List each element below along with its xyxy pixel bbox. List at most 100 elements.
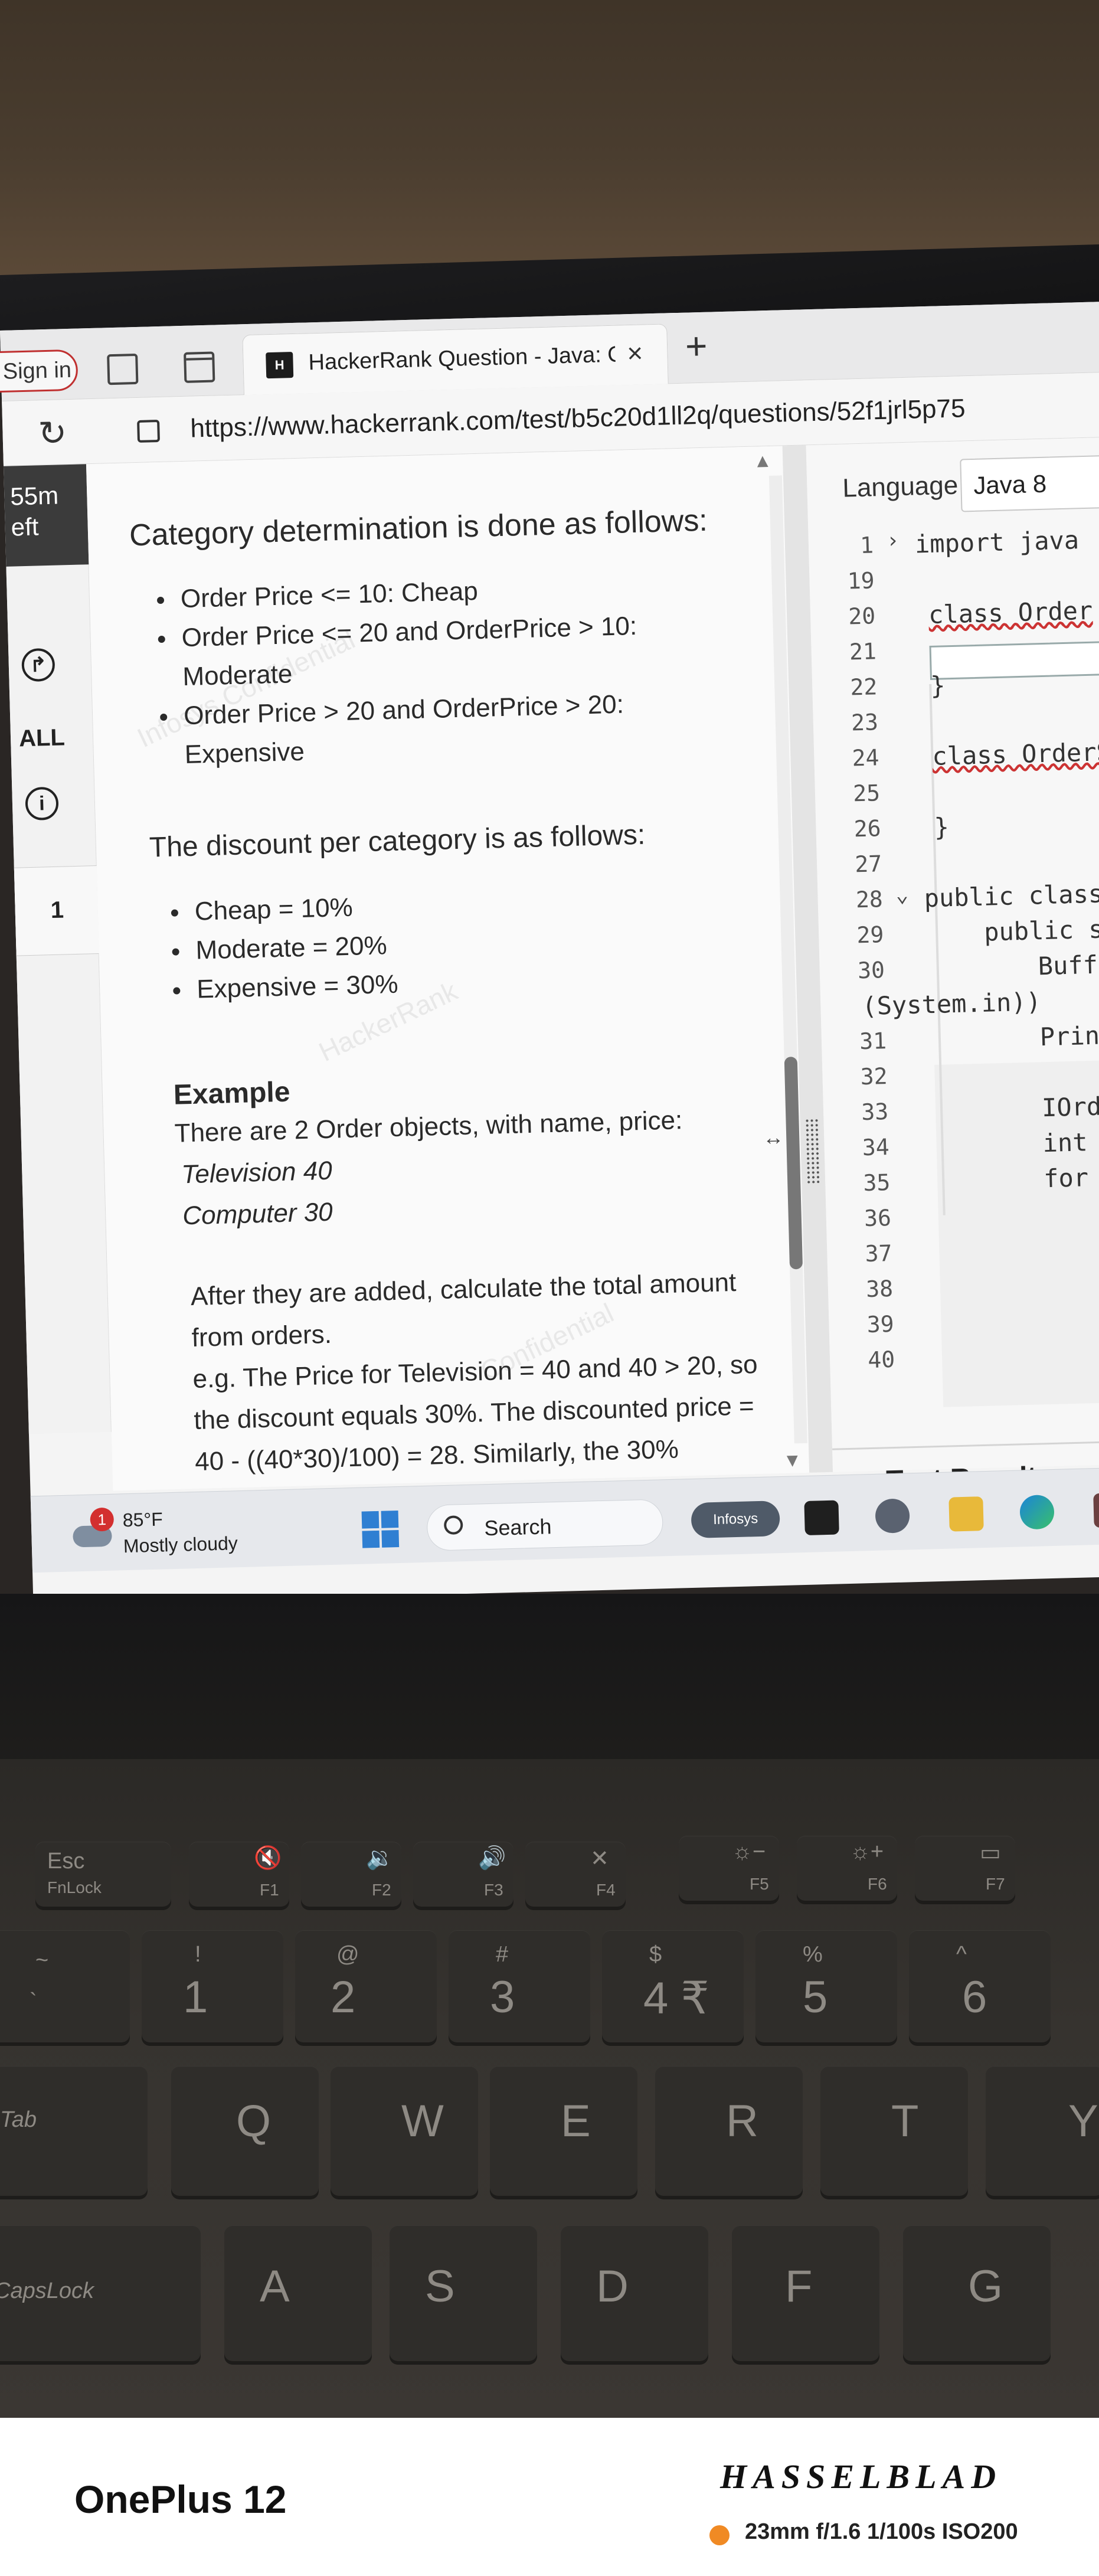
key-f5[interactable]: ☼− F5	[679, 1836, 779, 1901]
key-d[interactable]: D	[561, 2225, 708, 2361]
drag-handle-icon[interactable]	[804, 1118, 820, 1184]
weather-description[interactable]: Mostly cloudy	[123, 1532, 238, 1557]
code-line[interactable]: class OrderS	[932, 737, 1099, 771]
infosys-widget[interactable]: Infosys	[691, 1501, 780, 1539]
key-a[interactable]: A	[224, 2225, 372, 2361]
key-f2[interactable]: 🔉 F2	[301, 1842, 401, 1907]
code-line[interactable]: Prin	[1039, 1021, 1099, 1052]
scroll-up-icon[interactable]: ▲	[753, 450, 773, 472]
key-w[interactable]: W	[331, 2066, 478, 2196]
workspaces-icon[interactable]	[107, 353, 139, 385]
info-icon[interactable]: i	[25, 786, 59, 821]
phone-model-label: OnePlus 12	[74, 2477, 287, 2521]
code-line[interactable]: }	[934, 812, 950, 842]
key-f3[interactable]: 🔊 F3	[413, 1842, 513, 1907]
fold-collapse-icon[interactable]: ⌄	[895, 882, 909, 907]
resize-arrow-icon: ↔	[762, 1124, 784, 1150]
store-app-icon[interactable]	[1093, 1492, 1099, 1528]
hasselblad-logo: HASSELBLAD	[720, 2457, 1002, 2496]
key-capslock[interactable]: CapsLock	[0, 2225, 201, 2361]
key-5[interactable]: % 5	[755, 1930, 897, 2042]
key-legend: 3	[490, 1972, 515, 2022]
lock-icon[interactable]	[137, 419, 161, 443]
teams-chat-icon[interactable]	[875, 1498, 910, 1534]
windows-start-icon[interactable]	[361, 1511, 400, 1548]
reload-icon[interactable]: ↻	[38, 413, 67, 453]
all-questions-link[interactable]: ALL	[19, 724, 66, 752]
category-list: Order Price <= 10: Cheap Order Price <= …	[154, 567, 690, 775]
code-line[interactable]: (System.in))	[862, 987, 1042, 1021]
key-1[interactable]: ! 1	[142, 1930, 283, 2042]
line-number: 38	[865, 1275, 894, 1303]
key-f4[interactable]: ✕ F4	[525, 1842, 626, 1907]
brightness-up-icon: ☼+	[850, 1839, 884, 1864]
key-f[interactable]: F	[732, 2225, 879, 2361]
key-legend: Y	[1068, 2096, 1098, 2146]
key-y[interactable]: Y	[986, 2066, 1099, 2196]
key-e[interactable]: E	[490, 2066, 637, 2196]
language-select[interactable]: Java 8	[960, 454, 1099, 512]
key-g[interactable]: G	[903, 2225, 1051, 2361]
line-number: 32	[860, 1063, 888, 1090]
code-line[interactable]: for	[1044, 1163, 1089, 1193]
key-legend: W	[401, 2096, 444, 2146]
key-legend: S	[425, 2261, 455, 2312]
key-legend: `	[30, 1989, 37, 2014]
exposure-info: 23mm f/1.6 1/100s ISO200	[745, 2519, 1018, 2544]
line-number: 39	[866, 1310, 895, 1338]
sign-in-button[interactable]: Sign in	[0, 349, 78, 394]
brightness-down-icon: ☼−	[732, 1839, 766, 1864]
question-number[interactable]: 1	[50, 897, 64, 924]
code-line[interactable]: public class	[924, 879, 1099, 913]
line-number: 25	[852, 780, 881, 807]
key-legend: 2	[331, 1972, 356, 2022]
line-number: 33	[861, 1099, 889, 1126]
code-cursor-box[interactable]	[929, 640, 1099, 680]
key-tab[interactable]: Tab	[0, 2066, 148, 2196]
tab-actions-icon[interactable]	[184, 351, 215, 383]
key-f6[interactable]: ☼+ F6	[797, 1836, 897, 1901]
task-view-icon[interactable]	[804, 1500, 839, 1535]
key-legend: @	[336, 1942, 359, 1967]
tab-hackerrank-question[interactable]: H HackerRank Question - Java: Ord ×	[242, 323, 669, 395]
key-f1[interactable]: 🔇 F1	[189, 1842, 289, 1907]
key-legend: F3	[484, 1881, 503, 1899]
key-s[interactable]: S	[390, 2225, 537, 2361]
new-tab-button[interactable]: +	[685, 324, 708, 368]
line-number: 30	[857, 957, 885, 984]
key-t[interactable]: T	[820, 2066, 968, 2196]
key-legend: 1	[183, 1972, 208, 2022]
code-line[interactable]: class Order	[928, 596, 1093, 629]
line-number: 40	[867, 1346, 895, 1374]
code-line[interactable]: }	[930, 671, 946, 700]
file-explorer-icon[interactable]	[948, 1496, 984, 1532]
key-q[interactable]: Q	[171, 2066, 319, 2196]
weather-temperature[interactable]: 85°F	[122, 1508, 163, 1531]
key-legend: 4 ₹	[643, 1973, 709, 2023]
key-f7[interactable]: ▭ F7	[915, 1836, 1015, 1901]
flag-icon[interactable]: ↱	[21, 648, 55, 682]
key-tilde[interactable]: ~ `	[0, 1930, 130, 2042]
mic-mute-icon: ✕	[590, 1846, 609, 1871]
code-line[interactable]: public s	[984, 914, 1099, 946]
key-3[interactable]: # 3	[449, 1930, 590, 2042]
key-6[interactable]: ^ 6	[909, 1930, 1051, 2042]
key-r[interactable]: R	[655, 2066, 803, 2196]
monitor-bezel-bottom	[0, 1594, 1099, 1771]
taskbar-search[interactable]: Search	[426, 1499, 664, 1551]
line-number: 23	[851, 709, 879, 736]
url-field[interactable]: https://www.hackerrank.com/test/b5c20d1l…	[190, 394, 966, 443]
line-number: 31	[859, 1028, 887, 1055]
code-line[interactable]: Buff	[1038, 950, 1098, 981]
code-line[interactable]: import java	[914, 525, 1079, 558]
code-line[interactable]: int	[1042, 1127, 1088, 1158]
key-legend: G	[968, 2261, 1003, 2312]
edge-browser-icon[interactable]	[1019, 1494, 1055, 1530]
key-4[interactable]: $ 4 ₹	[602, 1930, 744, 2042]
key-2[interactable]: @ 2	[295, 1930, 437, 2042]
key-esc[interactable]: Esc FnLock	[35, 1842, 171, 1907]
code-line[interactable]: IOrd	[1041, 1092, 1099, 1123]
close-tab-icon[interactable]: ×	[627, 337, 643, 370]
scroll-down-icon[interactable]: ▼	[783, 1449, 802, 1472]
fold-expand-icon[interactable]: ›	[886, 528, 900, 553]
